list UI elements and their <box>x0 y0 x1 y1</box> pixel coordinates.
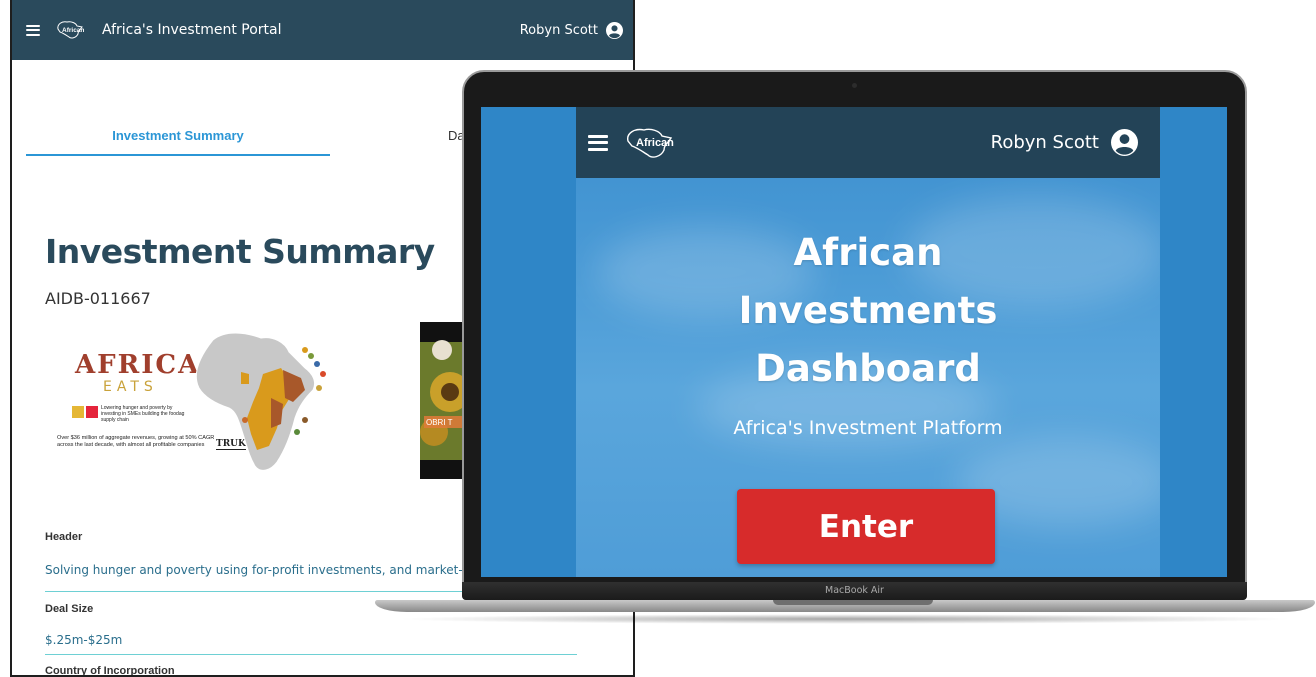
dashboard-app: African Robyn Scott African Investments … <box>576 107 1160 577</box>
africa-logo[interactable]: African <box>622 126 682 160</box>
field-divider <box>45 654 577 655</box>
portal-title: Africa's Investment Portal <box>102 22 282 38</box>
portal-user-name: Robyn Scott <box>519 22 598 38</box>
laptop-chin: MacBook Air <box>462 582 1247 600</box>
dashboard-navbar: African Robyn Scott <box>576 107 1160 178</box>
africa-eats-subtext: EATS <box>103 379 158 395</box>
user-circle-icon <box>606 21 623 39</box>
laptop-shadow <box>395 614 1295 624</box>
dashboard-title-line-1: African <box>793 231 943 274</box>
africa-map-icon <box>195 332 326 471</box>
investment-id: AIDB-011667 <box>45 289 151 308</box>
hamburger-menu-icon[interactable] <box>588 134 608 151</box>
portal-logo-text: African <box>62 27 84 34</box>
dashboard-user-menu[interactable]: Robyn Scott <box>991 129 1138 156</box>
dashboard-title-line-3: Dashboard <box>755 347 981 390</box>
camera-icon <box>852 83 857 88</box>
dashboard-title: African Investments Dashboard <box>576 224 1160 398</box>
screenshot-stage: African Africa's Investment Portal Robyn… <box>0 0 1316 677</box>
africa-eats-logo: AFRICA <box>75 350 201 380</box>
africa-logo[interactable]: African <box>54 20 88 40</box>
hamburger-menu-icon[interactable] <box>26 24 40 36</box>
dashboard-subtitle: Africa's Investment Platform <box>733 417 1003 439</box>
enter-button[interactable]: Enter <box>737 489 995 564</box>
sdg-icons <box>72 406 98 418</box>
laptop-model-label: MacBook Air <box>825 585 884 596</box>
field-label-country: Country of Incorporation <box>45 665 175 677</box>
laptop-hinge-notch <box>773 600 933 605</box>
laptop-screen: African Robyn Scott African Investments … <box>481 107 1227 577</box>
laptop-base: MacBook Air <box>375 582 1315 630</box>
dashboard-logo-text: African <box>636 137 674 149</box>
africa-eats-tagline: Lowering hunger and poverty by investing… <box>101 405 185 423</box>
africa-eats-image: AFRICA EATS Lowering hunger and poverty … <box>45 322 345 482</box>
dashboard-title-line-2: Investments <box>738 289 998 332</box>
africa-logo-icon: African <box>627 128 674 158</box>
field-label-header: Header <box>45 531 83 543</box>
tab-investment-summary[interactable]: Investment Summary <box>26 118 330 156</box>
user-circle-icon <box>1111 129 1138 156</box>
portal-navbar: African Africa's Investment Portal Robyn… <box>12 0 633 60</box>
portal-user-menu[interactable]: Robyn Scott <box>519 21 623 39</box>
africa-logo-icon: African <box>57 21 84 39</box>
field-value-deal-size: $.25m-$25m <box>45 633 123 647</box>
dashboard-user-name: Robyn Scott <box>990 132 1099 153</box>
field-label-deal-size: Deal Size <box>45 603 94 615</box>
laptop-mockup: African Robyn Scott African Investments … <box>375 70 1315 630</box>
